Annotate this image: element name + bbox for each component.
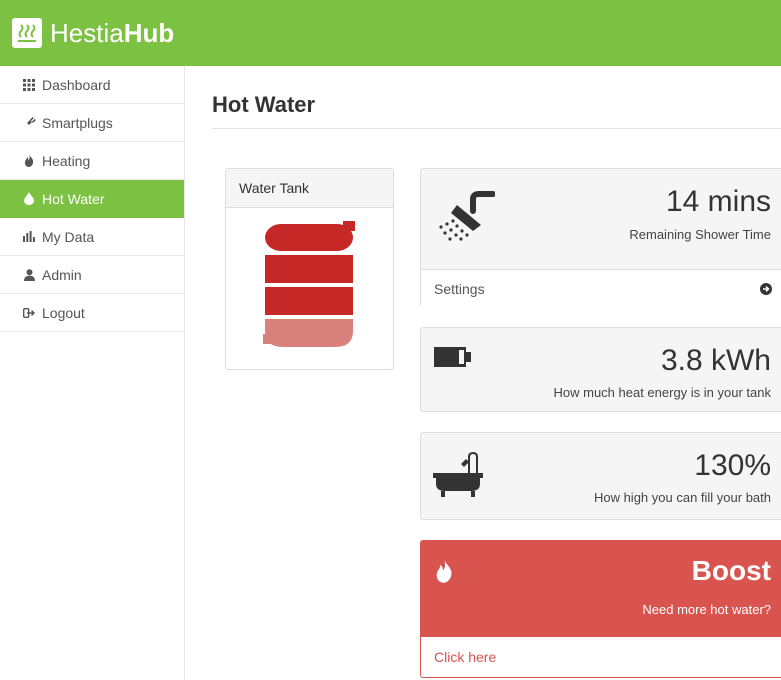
page-title: Hot Water <box>212 92 316 117</box>
title-divider <box>212 128 781 129</box>
tank-segment-bottom <box>265 319 353 347</box>
sidebar-item-label: Logout <box>42 304 85 321</box>
shower-icon <box>433 191 496 248</box>
plug-icon <box>22 116 36 130</box>
sidebar-item-smartplugs[interactable]: Smartplugs <box>0 104 184 142</box>
shower-time-label: Remaining Shower Time <box>629 227 771 242</box>
tank-bottom-outlet <box>263 334 271 344</box>
brand[interactable]: HestiaHub <box>12 0 174 66</box>
brand-name: HestiaHub <box>50 18 174 48</box>
sidebar-item-label: Heating <box>42 152 91 169</box>
tank-segment-upper <box>265 255 353 283</box>
drop-icon <box>22 192 36 206</box>
bar-chart-icon <box>22 230 36 244</box>
sidebar-item-logout[interactable]: Logout <box>0 294 184 332</box>
sidebar-item-label: Smartplugs <box>42 114 113 131</box>
user-icon <box>22 268 36 282</box>
heat-energy-card: 3.8 kWh How much heat energy is in your … <box>420 327 781 412</box>
boost-click-here-link[interactable]: Click here <box>434 649 496 665</box>
sidebar-item-label: My Data <box>42 228 95 245</box>
sidebar-item-heating[interactable]: Heating <box>0 142 184 180</box>
bath-fill-label: How high you can fill your bath <box>593 490 771 505</box>
arrow-circle-right-icon <box>760 282 772 298</box>
settings-label: Settings <box>434 281 485 297</box>
tank-top-inlet <box>343 221 355 231</box>
heat-waves-icon <box>12 18 42 48</box>
tank-segment-top <box>265 224 353 251</box>
heat-energy-label: How much heat energy is in your tank <box>553 385 772 400</box>
shower-time-card: 14 mins Remaining Shower Time Settings <box>420 168 781 307</box>
flame-icon <box>22 154 36 168</box>
boost-title: Boost <box>691 555 771 586</box>
water-tank-heading: Water Tank <box>226 169 393 208</box>
sidebar-item-hot-water[interactable]: Hot Water <box>0 180 184 218</box>
sidebar: Dashboard Smartplugs Heating Hot Water M… <box>0 66 185 680</box>
sidebar-item-label: Hot Water <box>42 190 105 207</box>
water-tank-panel: Water Tank <box>225 168 394 370</box>
sidebar-item-admin[interactable]: Admin <box>0 256 184 294</box>
shower-time-value: 14 mins <box>665 185 771 218</box>
brand-name-bold: Hub <box>123 18 175 48</box>
battery-icon <box>433 346 473 373</box>
heat-energy-value: 3.8 kWh <box>660 344 771 377</box>
tank-segment-lower <box>265 287 353 315</box>
grid-icon <box>22 78 36 92</box>
flame-icon <box>435 559 453 588</box>
sidebar-item-dashboard[interactable]: Dashboard <box>0 66 184 104</box>
sidebar-item-my-data[interactable]: My Data <box>0 218 184 256</box>
bath-fill-value: 130% <box>694 449 771 482</box>
sidebar-item-label: Dashboard <box>42 76 111 93</box>
brand-name-light: Hestia <box>50 18 124 48</box>
top-navbar: HestiaHub <box>0 0 781 66</box>
bathtub-icon <box>433 451 485 504</box>
shower-settings-link[interactable]: Settings <box>421 269 781 307</box>
boost-label: Need more hot water? <box>642 602 771 617</box>
water-tank-graphic <box>263 221 355 347</box>
boost-card: Boost Need more hot water? Click here <box>420 540 781 678</box>
sidebar-item-label: Admin <box>42 266 82 283</box>
logout-icon <box>22 306 36 320</box>
boost-header[interactable]: Boost Need more hot water? <box>421 541 781 637</box>
bath-fill-card: 130% How high you can fill your bath <box>420 432 781 520</box>
